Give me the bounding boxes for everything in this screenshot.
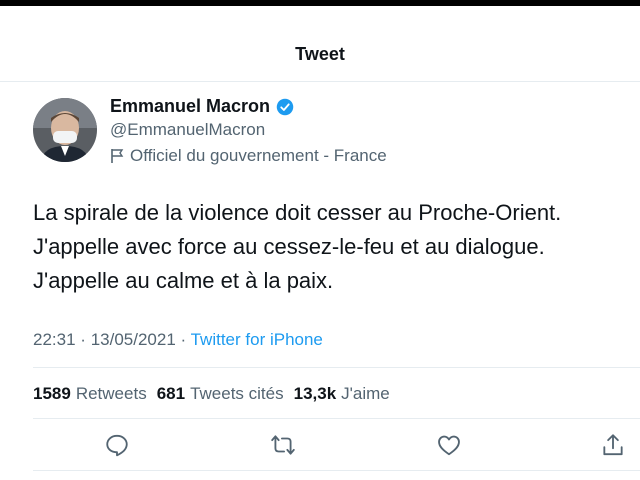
tweet-text: La spirale de la violence doit cesser au… bbox=[33, 196, 633, 298]
tweet-line: J'appelle au calme et à la paix. bbox=[33, 268, 334, 293]
quotes-label: Tweets cités bbox=[190, 384, 284, 403]
divider bbox=[33, 470, 640, 471]
government-label-text: Officiel du gouvernement - France bbox=[130, 146, 387, 165]
meta-separator: · bbox=[80, 330, 86, 349]
quotes-stat[interactable]: 681 Tweets cités bbox=[157, 384, 284, 404]
heart-icon[interactable] bbox=[436, 432, 462, 458]
tweet-date: 13/05/2021 bbox=[90, 330, 176, 349]
author-name[interactable]: Emmanuel Macron bbox=[110, 96, 294, 117]
author-name-text: Emmanuel Macron bbox=[110, 96, 271, 116]
share-icon[interactable] bbox=[600, 432, 626, 458]
tweet-stats: 1589 Retweets 681 Tweets cités 13,3k J'a… bbox=[33, 384, 390, 404]
header: Tweet bbox=[0, 6, 640, 82]
tweet-time: 22:31 bbox=[33, 330, 76, 349]
retweets-count: 1589 bbox=[33, 384, 71, 403]
divider bbox=[33, 418, 640, 419]
action-bar bbox=[0, 432, 640, 462]
government-label: Officiel du gouvernement - France bbox=[110, 146, 387, 166]
tweet-source-link[interactable]: Twitter for iPhone bbox=[191, 330, 323, 349]
quotes-count: 681 bbox=[156, 384, 186, 403]
meta-separator: · bbox=[180, 330, 187, 349]
retweets-stat[interactable]: 1589 Retweets bbox=[33, 384, 147, 404]
tweet-line: La spirale de la violence doit cesser au… bbox=[33, 200, 562, 225]
tweet-meta: 22:31 · 13/05/2021 · Twitter for iPhone bbox=[33, 330, 323, 350]
likes-count: 13,3k bbox=[293, 384, 337, 403]
retweets-label: Retweets bbox=[75, 384, 147, 403]
avatar[interactable] bbox=[33, 98, 97, 162]
tweet-line: J'appelle avec force au cessez-le-feu et… bbox=[33, 234, 545, 259]
flag-icon bbox=[111, 149, 124, 163]
reply-icon[interactable] bbox=[104, 432, 130, 458]
likes-stat[interactable]: 13,3k J'aime bbox=[294, 384, 390, 404]
retweet-icon[interactable] bbox=[270, 432, 296, 458]
verified-badge-icon bbox=[276, 98, 294, 115]
divider bbox=[33, 367, 640, 368]
page-title: Tweet bbox=[295, 44, 345, 64]
author-handle[interactable]: @EmmanuelMacron bbox=[110, 120, 265, 140]
likes-label: J'aime bbox=[341, 384, 390, 403]
